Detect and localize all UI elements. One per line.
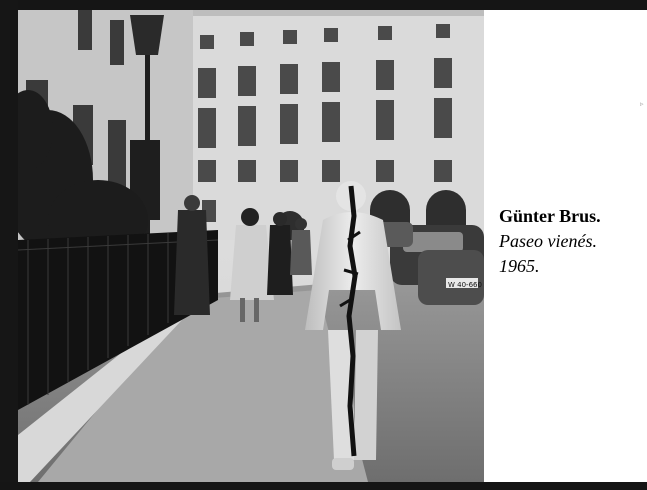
artwork-title: Paseo vienés. (499, 231, 597, 251)
left-frame-bar (0, 0, 18, 490)
cursor-mark: ▹ (640, 100, 644, 108)
artwork-year: 1965. (499, 256, 540, 276)
photograph: W 40-660 (18, 10, 484, 482)
photograph-drawing: W 40-660 (18, 10, 484, 482)
license-plate-text: W 40-660 (448, 281, 482, 289)
artist-name: Günter Brus. (499, 206, 601, 226)
bottom-frame-bar (0, 482, 647, 490)
photo-caption: Günter Brus. Paseo vienés. 1965. (499, 204, 639, 279)
top-frame-bar (0, 0, 647, 10)
